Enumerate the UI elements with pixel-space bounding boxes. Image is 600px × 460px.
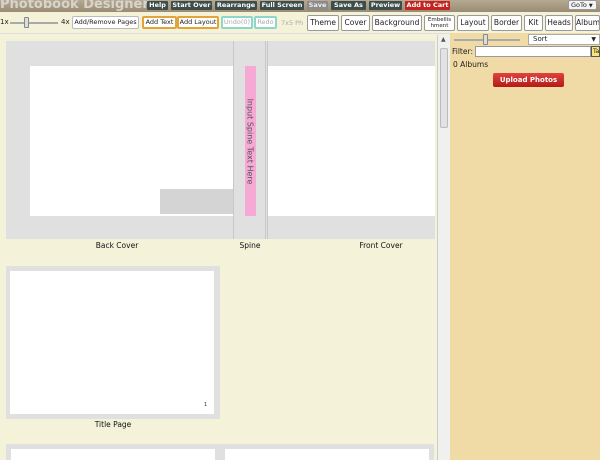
scroll-up-icon[interactable]: ▲ <box>441 36 446 43</box>
photos-panel: Sort ▼ Filter: Ta 0 Albums Upload Photos <box>450 33 600 460</box>
tab-album[interactable]: Album <box>575 15 600 31</box>
spine-divider-left <box>233 41 234 239</box>
workspace-scrollbar[interactable]: ▲ <box>437 35 450 460</box>
goto-dropdown[interactable]: GoTo ▼ <box>568 0 597 10</box>
filter-input[interactable] <box>475 46 591 57</box>
next-page-right[interactable] <box>225 449 429 460</box>
tab-cover[interactable]: Cover <box>341 15 370 31</box>
header-bar: Photobook Designer Help Start Over Rearr… <box>0 0 600 12</box>
zoom-slider-handle[interactable] <box>24 17 29 28</box>
tag-filter-button[interactable]: Ta <box>591 46 600 57</box>
toolbar: 1x 4x Add/Remove Pages Add Text Add Layo… <box>0 12 600 34</box>
title-page[interactable] <box>10 271 214 414</box>
front-cover-caption: Front Cover <box>359 241 403 250</box>
front-cover-page[interactable] <box>268 66 435 216</box>
help-button[interactable]: Help <box>147 1 168 10</box>
page-number: 1 <box>204 402 208 408</box>
add-text-button[interactable]: Add Text <box>142 16 177 29</box>
goto-label: GoTo <box>571 1 587 9</box>
save-as-button[interactable]: Save As <box>331 1 366 10</box>
sort-dropdown[interactable]: Sort ▼ <box>528 34 600 45</box>
spine-caption: Spine <box>239 241 261 250</box>
zoom-slider-track[interactable] <box>10 22 58 24</box>
add-remove-pages-button[interactable]: Add/Remove Pages <box>72 16 139 29</box>
back-cover-placeholder[interactable] <box>160 189 233 214</box>
book-size-label: 7x5 Ph <box>281 19 303 27</box>
zoom-max-label: 4x <box>61 18 70 26</box>
spine-text[interactable]: Input Spine Text Here <box>245 67 256 217</box>
design-workspace: Input Spine Text Here Back Cover Spine F… <box>0 35 437 460</box>
spine-divider-right-inner <box>265 41 266 239</box>
tab-kit[interactable]: Kit <box>524 15 543 31</box>
full-screen-button[interactable]: Full Screen <box>260 1 304 10</box>
upload-photos-button[interactable]: Upload Photos <box>493 73 564 87</box>
filter-label: Filter: <box>452 47 473 56</box>
thumbnail-size-slider-handle[interactable] <box>483 34 488 45</box>
undo-button[interactable]: Undo(0) <box>221 16 253 29</box>
app-title: Photobook Designer <box>0 0 149 12</box>
preview-button[interactable]: Preview <box>369 1 402 10</box>
tab-border[interactable]: Border <box>491 15 522 31</box>
sort-label: Sort <box>533 35 548 43</box>
tab-heads[interactable]: Heads <box>545 15 573 31</box>
add-to-cart-button[interactable]: Add to Cart <box>405 1 450 10</box>
tab-embellishment-line2: hment <box>430 23 449 29</box>
zoom-min-label: 1x <box>0 18 9 26</box>
redo-button[interactable]: Redo <box>254 16 277 29</box>
rearrange-button[interactable]: Rearrange <box>215 1 257 10</box>
chevron-down-icon: ▼ <box>591 36 596 43</box>
save-button[interactable]: Save <box>307 1 328 10</box>
start-over-button[interactable]: Start Over <box>171 1 212 10</box>
albums-count: 0 Albums <box>453 60 489 69</box>
tab-layout[interactable]: Layout <box>457 15 489 31</box>
title-page-caption: Title Page <box>94 420 132 429</box>
tab-embellishment[interactable]: Embellis hment <box>424 15 455 31</box>
next-page-left[interactable] <box>11 449 215 460</box>
cover-spread[interactable]: Input Spine Text Here <box>6 41 435 239</box>
add-layout-button[interactable]: Add Layout <box>177 16 219 29</box>
scrollbar-thumb[interactable] <box>440 48 448 128</box>
chevron-down-icon: ▼ <box>588 3 593 9</box>
tab-background[interactable]: Background <box>372 15 422 31</box>
spine-area[interactable]: Input Spine Text Here <box>245 66 256 216</box>
back-cover-caption: Back Cover <box>95 241 139 250</box>
tab-theme[interactable]: Theme <box>307 15 339 31</box>
